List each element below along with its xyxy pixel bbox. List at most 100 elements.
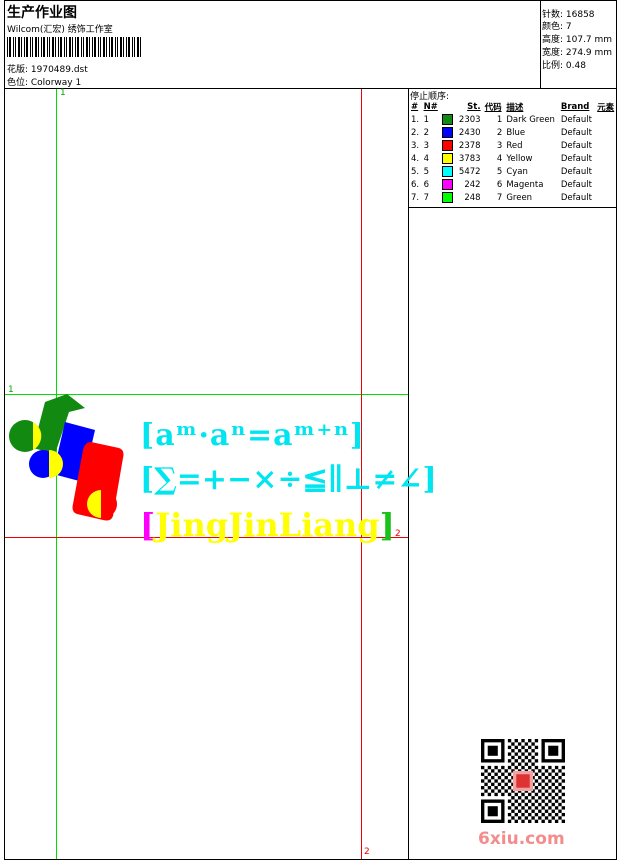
row-description: Cyan: [506, 166, 528, 177]
row-stitches: 2303: [458, 114, 481, 125]
row-code: 6: [496, 179, 503, 190]
row-element: [595, 113, 617, 126]
design-text-formula: [aᵐ·aⁿ=aᵐ⁺ⁿ]: [140, 418, 365, 453]
color-swatch-chip: [442, 153, 454, 164]
marker-bottom-red: 2: [364, 847, 370, 857]
stat-height: 高度: 107.7 mm: [542, 35, 613, 45]
row-brand: Default: [560, 166, 592, 177]
color-swatch-chip: [442, 140, 454, 151]
col-header: St.: [467, 102, 481, 112]
color-swatch: [440, 178, 456, 191]
row-code: 5: [496, 166, 503, 177]
row-stitches: 248: [464, 192, 481, 203]
design-text-name: [JingJinLiang]: [140, 506, 395, 544]
table-row: 2. 2 2430 2 Blue Default: [409, 126, 617, 139]
row-description: Green: [506, 192, 533, 203]
row-stitches: 2430: [458, 127, 481, 138]
color-swatch: [440, 191, 456, 204]
row-brand: Default: [560, 114, 592, 125]
row-element: [595, 165, 617, 178]
row-brand: Default: [560, 179, 592, 190]
design-file: 花版: 1970489.dst: [7, 65, 88, 75]
table-row: 1. 1 2303 1 Dark Green Default: [409, 113, 617, 126]
table-header-row: # N# St. 代码 描述 Brand 元素: [409, 101, 617, 113]
color-swatch: [440, 139, 456, 152]
row-brand: Default: [560, 127, 592, 138]
row-code: 3: [496, 140, 503, 151]
color-swatch-chip: [442, 127, 454, 138]
row-n: 1: [423, 114, 429, 125]
row-n: 4: [423, 153, 429, 164]
row-description: Magenta: [506, 179, 544, 190]
row-element: [595, 191, 617, 204]
row-description: Dark Green: [506, 114, 555, 125]
color-swatch: [440, 113, 456, 126]
frame-top: [4, 0, 617, 1]
col-header: 描述: [506, 103, 524, 113]
row-description: Red: [506, 140, 523, 151]
col-header: 代码: [484, 103, 502, 113]
col-header: Brand: [560, 102, 590, 112]
row-description: Yellow: [506, 153, 533, 164]
row-n: 5: [423, 166, 429, 177]
stat-scale: 比例: 0.48: [542, 61, 586, 71]
name-text: JingJinLiang: [155, 506, 380, 544]
row-n: 7: [423, 192, 429, 203]
table-row: 5. 5 5472 5 Cyan Default: [409, 165, 617, 178]
row-n: 6: [423, 179, 429, 190]
row-index: 2.: [411, 127, 420, 138]
bracket-close: ]: [379, 506, 395, 544]
header-divider: [4, 88, 617, 89]
color-swatch: [440, 165, 456, 178]
col-header: 元素: [597, 103, 615, 113]
row-code: 7: [496, 192, 503, 203]
row-index: 6.: [411, 179, 420, 190]
row-brand: Default: [560, 192, 592, 203]
color-swatch-chip: [442, 166, 454, 177]
row-element: [595, 139, 617, 152]
watermark: 6xiu.com: [478, 829, 565, 849]
row-code: 2: [496, 127, 503, 138]
row-index: 3.: [411, 140, 420, 151]
page-title: 生产作业图: [7, 5, 77, 21]
color-swatch: [440, 126, 456, 139]
stat-width: 宽度: 274.9 mm: [542, 48, 613, 58]
row-n: 3: [423, 140, 429, 151]
row-element: [595, 152, 617, 165]
row-element: [595, 126, 617, 139]
barcode: [7, 37, 141, 57]
stop-sequence-table: # N# St. 代码 描述 Brand 元素 1. 1 2303 1 Dark Gre…: [409, 101, 617, 204]
colorway: 色位: Colorway 1: [7, 78, 82, 88]
row-code: 1: [496, 114, 503, 125]
table-row: 3. 3 2378 3 Red Default: [409, 139, 617, 152]
embroidery-logo: [9, 394, 124, 521]
row-index: 1.: [411, 114, 420, 125]
bracket-open: [: [140, 506, 156, 544]
color-swatch-chip: [442, 114, 454, 125]
qr-code: [481, 739, 565, 823]
marker-top-green: 1: [60, 88, 66, 98]
row-element: [595, 178, 617, 191]
color-swatch: [440, 152, 456, 165]
row-description: Blue: [506, 127, 526, 138]
table-row: 6. 6 242 6 Magenta Default: [409, 178, 617, 191]
row-n: 2: [423, 127, 429, 138]
stat-colors: 颜色: 7: [542, 22, 572, 32]
row-stitches: 5472: [458, 166, 481, 177]
row-code: 4: [496, 153, 503, 164]
row-brand: Default: [560, 140, 592, 151]
color-swatch-chip: [442, 192, 454, 203]
row-stitches: 242: [464, 179, 481, 190]
marker-right-red: 2: [395, 529, 401, 539]
row-stitches: 3783: [458, 153, 481, 164]
row-brand: Default: [560, 153, 592, 164]
col-header: #: [411, 102, 419, 112]
row-index: 5.: [411, 166, 420, 177]
color-swatch-chip: [442, 179, 454, 190]
table-row: 7. 7 248 7 Green Default: [409, 191, 617, 204]
studio-name: Wilcom(汇宏) 绣饰工作室: [7, 25, 113, 35]
table-row: 4. 4 3783 4 Yellow Default: [409, 152, 617, 165]
row-index: 4.: [411, 153, 420, 164]
table-bottom-rule: [408, 207, 617, 208]
row-index: 7.: [411, 192, 420, 203]
